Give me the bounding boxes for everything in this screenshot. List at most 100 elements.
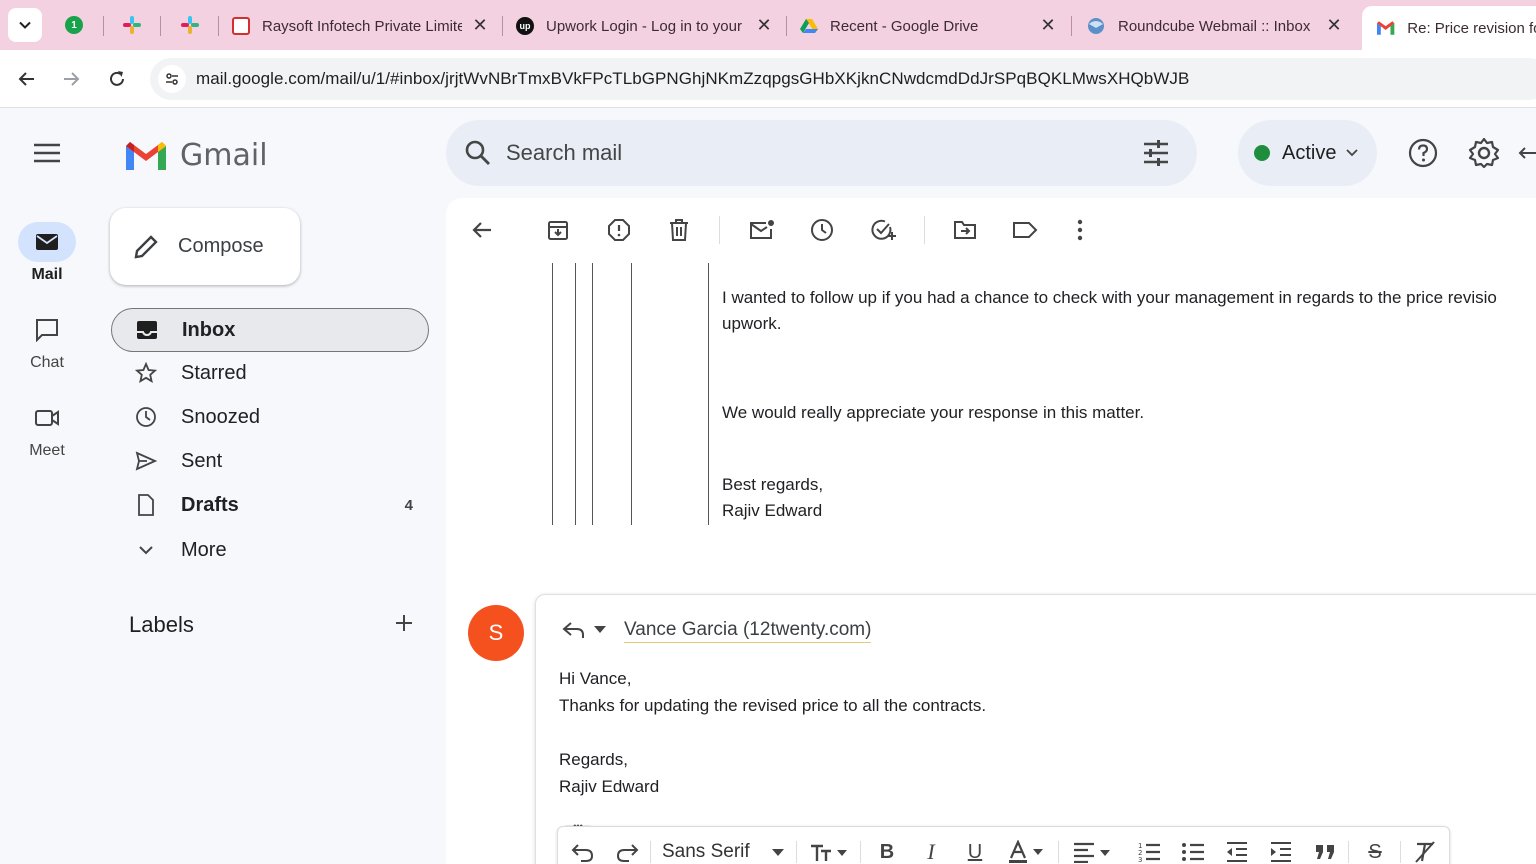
reload-button[interactable] xyxy=(102,64,132,94)
undo-icon xyxy=(571,844,594,862)
indent-less-button[interactable] xyxy=(1222,837,1252,864)
back-to-inbox-button[interactable] xyxy=(466,214,498,246)
add-to-tasks-button[interactable] xyxy=(867,214,899,246)
plus-icon xyxy=(396,615,412,631)
address-bar[interactable]: mail.google.com/mail/u/1/#inbox/jrjtWvNB… xyxy=(150,58,1536,100)
back-button[interactable] xyxy=(12,64,42,94)
underline-button[interactable]: U xyxy=(960,837,990,864)
pinned-tab-slack[interactable] xyxy=(110,8,154,42)
close-tab-icon[interactable]: ✕ xyxy=(1038,15,1058,35)
app-rail: Mail Chat Meet xyxy=(0,108,94,864)
arrow-right-icon xyxy=(64,72,80,86)
search-icon[interactable] xyxy=(464,139,492,167)
nav-item-snoozed[interactable]: Snoozed xyxy=(111,395,429,439)
snooze-button[interactable] xyxy=(806,214,838,246)
align-button[interactable] xyxy=(1070,837,1116,864)
indent-more-button[interactable] xyxy=(1266,837,1296,864)
settings-button[interactable] xyxy=(1464,133,1504,173)
hamburger-icon xyxy=(34,143,60,163)
gmail-logo-icon xyxy=(126,141,166,170)
caret-down-icon xyxy=(594,626,606,633)
tab-raysoft[interactable]: Raysoft Infotech Private Limite ✕ xyxy=(218,6,502,46)
text-color-icon xyxy=(1009,840,1043,863)
quote-button[interactable] xyxy=(1310,837,1340,864)
help-button[interactable] xyxy=(1403,133,1443,173)
italic-button[interactable]: I xyxy=(916,837,946,864)
font-size-button[interactable] xyxy=(806,837,852,864)
close-tab-icon[interactable]: ✕ xyxy=(470,15,490,35)
search-options-icon[interactable] xyxy=(1142,139,1170,167)
drafts-count: 4 xyxy=(404,496,413,514)
reply-body-line[interactable]: Rajiv Edward xyxy=(559,777,659,797)
gmail-logo[interactable]: Gmail xyxy=(124,138,268,173)
text-color-button[interactable] xyxy=(1004,837,1050,864)
chat-icon xyxy=(18,310,76,350)
recipient-chip[interactable]: Vance Garcia (12twenty.com) xyxy=(624,619,872,643)
apps-button[interactable] xyxy=(1516,133,1536,173)
pinned-tab-slack-2[interactable] xyxy=(168,8,212,42)
close-tab-icon[interactable]: ✕ xyxy=(1324,15,1344,35)
help-icon xyxy=(1408,138,1438,168)
mark-unread-icon xyxy=(750,220,774,239)
tab-search-button[interactable] xyxy=(8,8,42,42)
reply-body-line[interactable]: Thanks for updating the revised price to… xyxy=(559,696,986,716)
formatting-toolbar: Sans Serif B I U 123 S xyxy=(557,826,1450,864)
remove-formatting-button[interactable] xyxy=(1410,837,1440,864)
reply-type-selector[interactable] xyxy=(562,620,606,640)
undo-button[interactable] xyxy=(568,837,598,864)
nav-label: Starred xyxy=(181,361,247,384)
font-family-select[interactable]: Sans Serif xyxy=(662,841,750,863)
mark-unread-button[interactable] xyxy=(746,214,778,246)
bulleted-list-button[interactable] xyxy=(1178,837,1208,864)
tab-upwork[interactable]: up Upwork Login - Log in to your ✕ xyxy=(502,6,786,46)
tab-google-drive[interactable]: Recent - Google Drive ✕ xyxy=(786,6,1070,46)
reply-body-line[interactable]: Regards, xyxy=(559,750,628,770)
rail-item-meet[interactable]: Meet xyxy=(0,398,94,460)
search-input[interactable]: Search mail xyxy=(506,140,622,166)
bold-button[interactable]: B xyxy=(872,837,902,864)
site-info-button[interactable] xyxy=(158,65,186,93)
compose-button[interactable]: Compose xyxy=(110,208,300,285)
rail-item-chat[interactable]: Chat xyxy=(0,310,94,372)
more-actions-button[interactable] xyxy=(1064,214,1096,246)
delete-button[interactable] xyxy=(663,214,695,246)
chevron-down-icon xyxy=(135,539,157,561)
quote-bar xyxy=(575,263,576,525)
nav-item-inbox[interactable]: Inbox xyxy=(111,308,429,352)
forward-button[interactable] xyxy=(56,64,86,94)
nav-item-starred[interactable]: Starred xyxy=(111,351,429,395)
numbered-list-button[interactable]: 123 xyxy=(1134,837,1164,864)
rail-item-mail[interactable]: Mail xyxy=(0,222,94,284)
browser-toolbar: mail.google.com/mail/u/1/#inbox/jrjtWvNB… xyxy=(0,50,1536,108)
redo-button[interactable] xyxy=(612,837,642,864)
tab-roundcube[interactable]: Roundcube Webmail :: Inbox ✕ xyxy=(1072,6,1356,46)
avatar[interactable]: S xyxy=(468,605,524,661)
green-badge-icon: 1 xyxy=(65,16,83,34)
labels-heading: Labels xyxy=(129,612,194,637)
message-view: I wanted to follow up if you had a chanc… xyxy=(446,198,1536,864)
nav-item-more[interactable]: More xyxy=(111,528,429,572)
status-dot xyxy=(1254,145,1270,161)
pinned-tab-1password[interactable]: 1 xyxy=(52,8,96,42)
google-drive-icon xyxy=(800,19,818,33)
search-bar[interactable]: Search mail xyxy=(446,120,1197,186)
archive-button[interactable] xyxy=(542,214,574,246)
report-spam-button[interactable] xyxy=(603,214,635,246)
status-selector[interactable]: Active xyxy=(1238,120,1377,186)
indent-more-icon xyxy=(1271,842,1291,862)
labels-button[interactable] xyxy=(1009,214,1041,246)
strikethrough-button[interactable]: S xyxy=(1360,837,1390,864)
tab-title: Re: Price revision fol xyxy=(1407,19,1536,37)
nav-item-sent[interactable]: Sent xyxy=(111,439,429,483)
move-to-button[interactable] xyxy=(949,214,981,246)
nav-item-drafts[interactable]: Drafts 4 xyxy=(111,483,429,527)
nav-label: More xyxy=(181,538,227,561)
close-tab-icon[interactable]: ✕ xyxy=(754,15,774,35)
nav-label: Sent xyxy=(181,449,223,472)
create-label-button[interactable] xyxy=(392,611,416,635)
rail-label: Chat xyxy=(30,354,64,371)
main-menu-button[interactable] xyxy=(32,138,62,168)
tab-gmail-active[interactable]: Re: Price revision fol xyxy=(1362,6,1536,50)
reply-body-line[interactable]: Hi Vance, xyxy=(559,669,631,689)
chevron-down-icon xyxy=(1346,149,1359,157)
